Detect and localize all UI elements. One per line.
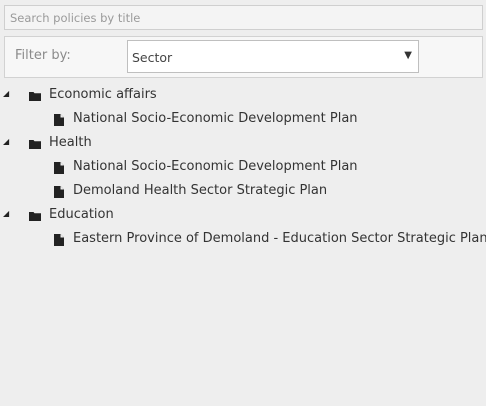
policy-tree: ◢ Economic affairs National Socio-Econom… xyxy=(0,84,486,252)
tree-item-label: Eastern Province of Demoland - Education… xyxy=(73,231,486,246)
folder-icon xyxy=(29,92,41,101)
tree-item[interactable]: National Socio-Economic Development Plan xyxy=(0,156,486,180)
tree-group-health: ◢ Health xyxy=(0,132,486,156)
document-icon xyxy=(54,114,64,126)
tree-item-label: National Socio-Economic Development Plan xyxy=(73,111,358,126)
filter-selected-value: Sector xyxy=(132,50,173,65)
tree-item-label: National Socio-Economic Development Plan xyxy=(73,159,358,174)
tree-item[interactable]: Eastern Province of Demoland - Education… xyxy=(0,228,486,252)
collapse-toggle-icon[interactable]: ◢ xyxy=(3,209,9,218)
tree-group-economic-affairs: ◢ Economic affairs xyxy=(0,84,486,108)
tree-group-label[interactable]: Education xyxy=(49,207,114,222)
folder-icon xyxy=(29,212,41,221)
document-icon xyxy=(54,186,64,198)
tree-group-label[interactable]: Economic affairs xyxy=(49,87,157,102)
tree-item-label: Demoland Health Sector Strategic Plan xyxy=(73,183,328,198)
policy-browser-panel: Filter by: Sector ▼ ◢ Economic affairs N… xyxy=(0,0,486,406)
filter-label: Filter by: xyxy=(15,48,71,63)
tree-item[interactable]: Demoland Health Sector Strategic Plan xyxy=(0,180,486,204)
document-icon xyxy=(54,162,64,174)
search-input[interactable] xyxy=(4,5,483,30)
chevron-down-icon: ▼ xyxy=(404,50,412,61)
document-icon xyxy=(54,234,64,246)
filter-bar: Filter by: Sector ▼ xyxy=(4,36,483,78)
collapse-toggle-icon[interactable]: ◢ xyxy=(3,137,9,146)
folder-icon xyxy=(29,140,41,149)
filter-select[interactable]: Sector ▼ xyxy=(127,40,419,73)
tree-item[interactable]: National Socio-Economic Development Plan xyxy=(0,108,486,132)
tree-group-label[interactable]: Health xyxy=(49,135,92,150)
collapse-toggle-icon[interactable]: ◢ xyxy=(3,89,9,98)
tree-group-education: ◢ Education xyxy=(0,204,486,228)
